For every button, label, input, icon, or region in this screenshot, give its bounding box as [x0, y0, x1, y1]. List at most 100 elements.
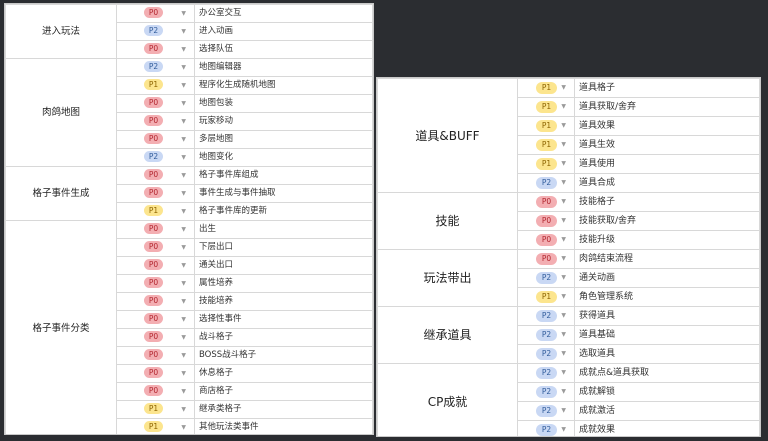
dropdown-caret-icon[interactable]: ▼: [181, 258, 186, 274]
dropdown-caret-icon[interactable]: ▼: [561, 118, 566, 135]
task-cell[interactable]: 肉鸽结束流程: [574, 249, 760, 269]
task-cell[interactable]: 进入动画: [194, 22, 373, 41]
dropdown-caret-icon[interactable]: ▼: [181, 312, 186, 328]
priority-select[interactable]: P2 ▼: [517, 306, 575, 326]
priority-select[interactable]: P2 ▼: [517, 401, 575, 421]
priority-select[interactable]: P2 ▼: [116, 58, 195, 77]
task-cell[interactable]: 成就点&道具获取: [574, 363, 760, 383]
task-cell[interactable]: 地图变化: [194, 148, 373, 167]
task-cell[interactable]: 多层地图: [194, 130, 373, 149]
priority-select[interactable]: P2 ▼: [517, 173, 575, 193]
priority-select[interactable]: P1 ▼: [517, 78, 575, 98]
dropdown-caret-icon[interactable]: ▼: [561, 289, 566, 306]
dropdown-caret-icon[interactable]: ▼: [561, 251, 566, 268]
task-cell[interactable]: 选取道具: [574, 344, 760, 364]
task-cell[interactable]: 成就效果: [574, 420, 760, 436]
task-cell[interactable]: 道具生效: [574, 135, 760, 155]
task-cell[interactable]: 获得道具: [574, 306, 760, 326]
dropdown-caret-icon[interactable]: ▼: [181, 348, 186, 364]
priority-select[interactable]: P2 ▼: [517, 420, 575, 437]
dropdown-caret-icon[interactable]: ▼: [181, 42, 186, 58]
dropdown-caret-icon[interactable]: ▼: [181, 294, 186, 310]
priority-select[interactable]: P0 ▼: [116, 238, 195, 257]
priority-select[interactable]: P1 ▼: [517, 287, 575, 307]
dropdown-caret-icon[interactable]: ▼: [181, 132, 186, 148]
task-cell[interactable]: 选择队伍: [194, 40, 373, 59]
priority-select[interactable]: P0 ▼: [116, 4, 195, 23]
priority-select[interactable]: P0 ▼: [517, 249, 575, 269]
task-cell[interactable]: 成就解锁: [574, 382, 760, 402]
priority-select[interactable]: P0 ▼: [116, 292, 195, 311]
task-cell[interactable]: 格子事件库组成: [194, 166, 373, 185]
priority-select[interactable]: P1 ▼: [517, 135, 575, 155]
priority-select[interactable]: P2 ▼: [517, 344, 575, 364]
task-cell[interactable]: 道具格子: [574, 78, 760, 98]
priority-select[interactable]: P0 ▼: [116, 94, 195, 113]
dropdown-caret-icon[interactable]: ▼: [181, 402, 186, 418]
task-cell[interactable]: 技能格子: [574, 192, 760, 212]
dropdown-caret-icon[interactable]: ▼: [181, 186, 186, 202]
task-cell[interactable]: 继承类格子: [194, 400, 373, 419]
task-cell[interactable]: 道具合成: [574, 173, 760, 193]
task-cell[interactable]: 事件生成与事件抽取: [194, 184, 373, 203]
task-cell[interactable]: 技能培养: [194, 292, 373, 311]
dropdown-caret-icon[interactable]: ▼: [561, 232, 566, 249]
task-cell[interactable]: 技能升级: [574, 230, 760, 250]
dropdown-caret-icon[interactable]: ▼: [561, 213, 566, 230]
priority-select[interactable]: P0 ▼: [116, 274, 195, 293]
dropdown-caret-icon[interactable]: ▼: [561, 403, 566, 420]
dropdown-caret-icon[interactable]: ▼: [181, 420, 186, 435]
dropdown-caret-icon[interactable]: ▼: [181, 366, 186, 382]
task-cell[interactable]: 通关出口: [194, 256, 373, 275]
task-cell[interactable]: 角色管理系统: [574, 287, 760, 307]
task-cell[interactable]: 办公室交互: [194, 4, 373, 23]
task-cell[interactable]: 道具获取/舍弃: [574, 97, 760, 117]
priority-select[interactable]: P0 ▼: [517, 211, 575, 231]
task-cell[interactable]: 程序化生成随机地图: [194, 76, 373, 95]
dropdown-caret-icon[interactable]: ▼: [561, 422, 566, 437]
dropdown-caret-icon[interactable]: ▼: [561, 99, 566, 116]
priority-select[interactable]: P0 ▼: [116, 184, 195, 203]
priority-select[interactable]: P1 ▼: [116, 400, 195, 419]
task-cell[interactable]: 属性培养: [194, 274, 373, 293]
task-cell[interactable]: 下层出口: [194, 238, 373, 257]
dropdown-caret-icon[interactable]: ▼: [561, 327, 566, 344]
dropdown-caret-icon[interactable]: ▼: [181, 6, 186, 22]
priority-select[interactable]: P2 ▼: [517, 325, 575, 345]
task-cell[interactable]: 战斗格子: [194, 328, 373, 347]
priority-select[interactable]: P1 ▼: [116, 76, 195, 95]
task-cell[interactable]: 玩家移动: [194, 112, 373, 131]
priority-select[interactable]: P1 ▼: [517, 116, 575, 136]
dropdown-caret-icon[interactable]: ▼: [561, 175, 566, 192]
priority-select[interactable]: P2 ▼: [517, 382, 575, 402]
priority-select[interactable]: P1 ▼: [517, 97, 575, 117]
dropdown-caret-icon[interactable]: ▼: [181, 384, 186, 400]
task-cell[interactable]: 地图编辑器: [194, 58, 373, 77]
dropdown-caret-icon[interactable]: ▼: [181, 96, 186, 112]
priority-select[interactable]: P0 ▼: [517, 230, 575, 250]
task-cell[interactable]: 出生: [194, 220, 373, 239]
dropdown-caret-icon[interactable]: ▼: [561, 137, 566, 154]
task-cell[interactable]: 其他玩法类事件: [194, 418, 373, 434]
priority-select[interactable]: P0 ▼: [517, 192, 575, 212]
task-cell[interactable]: 通关动画: [574, 268, 760, 288]
dropdown-caret-icon[interactable]: ▼: [181, 276, 186, 292]
dropdown-caret-icon[interactable]: ▼: [181, 150, 186, 166]
dropdown-caret-icon[interactable]: ▼: [561, 156, 566, 173]
task-cell[interactable]: BOSS战斗格子: [194, 346, 373, 365]
dropdown-caret-icon[interactable]: ▼: [561, 384, 566, 401]
priority-select[interactable]: P0 ▼: [116, 346, 195, 365]
priority-select[interactable]: P0 ▼: [116, 256, 195, 275]
dropdown-caret-icon[interactable]: ▼: [181, 330, 186, 346]
dropdown-caret-icon[interactable]: ▼: [181, 240, 186, 256]
task-cell[interactable]: 成就激活: [574, 401, 760, 421]
dropdown-caret-icon[interactable]: ▼: [181, 24, 186, 40]
dropdown-caret-icon[interactable]: ▼: [561, 194, 566, 211]
priority-select[interactable]: P2 ▼: [517, 363, 575, 383]
priority-select[interactable]: P1 ▼: [517, 154, 575, 174]
priority-select[interactable]: P2 ▼: [116, 22, 195, 41]
dropdown-caret-icon[interactable]: ▼: [561, 80, 566, 97]
task-cell[interactable]: 选择性事件: [194, 310, 373, 329]
priority-select[interactable]: P2 ▼: [116, 148, 195, 167]
priority-select[interactable]: P0 ▼: [116, 220, 195, 239]
